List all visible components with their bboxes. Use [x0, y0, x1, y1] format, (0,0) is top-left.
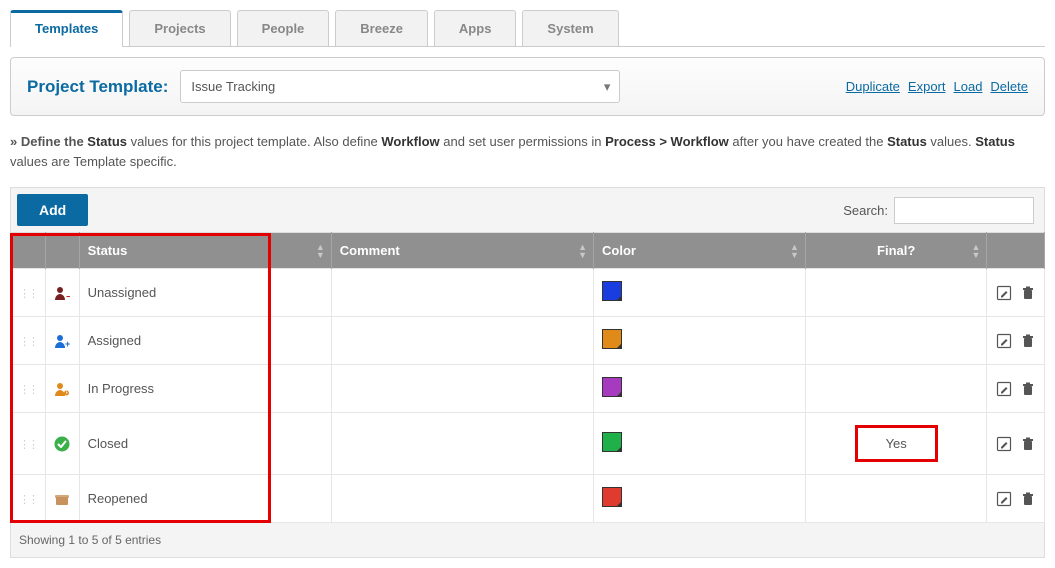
color-cell[interactable] — [594, 317, 806, 365]
table-row: ⋮⋮ + Assigned — [11, 317, 1045, 365]
tabs-bar: TemplatesProjectsPeopleBreezeAppsSystem — [10, 10, 1045, 47]
color-swatch[interactable] — [602, 281, 622, 301]
delete-icon[interactable] — [1020, 435, 1036, 452]
table-footer-text: Showing 1 to 5 of 5 entries — [11, 523, 1045, 558]
template-panel: Project Template: Issue Tracking Duplica… — [10, 57, 1045, 116]
table-row: ⋮⋮ Reopened — [11, 475, 1045, 523]
panel-actions: Duplicate Export Load Delete — [838, 79, 1028, 94]
table-row: ⋮⋮ Closed Yes — [11, 413, 1045, 475]
delete-icon[interactable] — [1020, 284, 1036, 301]
drag-handle-icon[interactable]: ⋮⋮ — [19, 336, 37, 348]
color-swatch[interactable] — [602, 487, 622, 507]
svg-text:−: − — [66, 292, 70, 301]
edit-icon[interactable] — [996, 284, 1012, 301]
col-color[interactable]: Color▲▼ — [594, 233, 806, 269]
check-circle-icon — [54, 435, 70, 450]
color-cell[interactable] — [594, 475, 806, 523]
color-swatch[interactable] — [602, 377, 622, 397]
template-select[interactable]: Issue Tracking — [180, 70, 620, 103]
tab-templates[interactable]: Templates — [10, 10, 123, 47]
final-cell — [805, 269, 987, 317]
drag-handle-icon[interactable]: ⋮⋮ — [19, 384, 37, 396]
tab-projects[interactable]: Projects — [129, 10, 230, 46]
edit-icon[interactable] — [996, 435, 1012, 452]
edit-icon[interactable] — [996, 380, 1012, 397]
action-duplicate[interactable]: Duplicate — [846, 79, 900, 94]
table-toolbar: Add Search: — [10, 187, 1045, 232]
comment-cell — [331, 475, 593, 523]
description-text: » Define the Status values for this proj… — [10, 132, 1045, 171]
comment-cell — [331, 365, 593, 413]
action-load[interactable]: Load — [954, 79, 983, 94]
highlight-final-yes: Yes — [855, 425, 938, 462]
color-cell[interactable] — [594, 365, 806, 413]
col-final[interactable]: Final?▲▼ — [805, 233, 987, 269]
color-swatch[interactable] — [602, 432, 622, 452]
tab-people[interactable]: People — [237, 10, 330, 46]
comment-cell — [331, 269, 593, 317]
drag-handle-icon[interactable]: ⋮⋮ — [19, 288, 37, 300]
person-unassigned-icon: − — [54, 284, 70, 299]
table-row: ⋮⋮ −Unassigned — [11, 269, 1045, 317]
panel-title: Project Template: — [27, 77, 168, 97]
person-assigned-icon: + — [54, 332, 70, 347]
status-cell: In Progress — [79, 365, 331, 413]
tab-apps[interactable]: Apps — [434, 10, 517, 46]
delete-icon[interactable] — [1020, 380, 1036, 397]
col-comment[interactable]: Comment▲▼ — [331, 233, 593, 269]
header-row: Status▲▼ Comment▲▼ Color▲▼ Final?▲▼ — [11, 233, 1045, 269]
table-footer-row: Showing 1 to 5 of 5 entries — [11, 523, 1045, 558]
add-button[interactable]: Add — [17, 194, 88, 226]
status-cell: Assigned — [79, 317, 331, 365]
tab-system[interactable]: System — [522, 10, 618, 46]
final-cell — [805, 317, 987, 365]
col-icon — [46, 233, 79, 269]
status-cell: Closed — [79, 413, 331, 475]
comment-cell — [331, 317, 593, 365]
person-progress-icon — [54, 380, 70, 395]
color-cell[interactable] — [594, 413, 806, 475]
action-export[interactable]: Export — [908, 79, 946, 94]
tab-breeze[interactable]: Breeze — [335, 10, 428, 46]
status-cell: Unassigned — [79, 269, 331, 317]
final-cell: Yes — [805, 413, 987, 475]
comment-cell — [331, 413, 593, 475]
col-drag — [11, 233, 46, 269]
drag-handle-icon[interactable]: ⋮⋮ — [19, 494, 37, 506]
col-status[interactable]: Status▲▼ — [79, 233, 331, 269]
table-row: ⋮⋮ In Progress — [11, 365, 1045, 413]
color-swatch[interactable] — [602, 329, 622, 349]
final-cell — [805, 475, 987, 523]
status-table: Status▲▼ Comment▲▼ Color▲▼ Final?▲▼ ⋮⋮ −U… — [10, 232, 1045, 558]
final-cell — [805, 365, 987, 413]
edit-icon[interactable] — [996, 490, 1012, 507]
svg-text:+: + — [65, 339, 70, 349]
status-cell: Reopened — [79, 475, 331, 523]
action-delete[interactable]: Delete — [990, 79, 1028, 94]
delete-icon[interactable] — [1020, 332, 1036, 349]
color-cell[interactable] — [594, 269, 806, 317]
edit-icon[interactable] — [996, 332, 1012, 349]
search-label: Search: — [843, 203, 888, 218]
drag-handle-icon[interactable]: ⋮⋮ — [19, 439, 37, 451]
search-input[interactable] — [894, 197, 1034, 224]
delete-icon[interactable] — [1020, 490, 1036, 507]
col-actions — [987, 233, 1045, 269]
box-open-icon — [54, 490, 70, 505]
template-select-value: Issue Tracking — [191, 79, 275, 94]
